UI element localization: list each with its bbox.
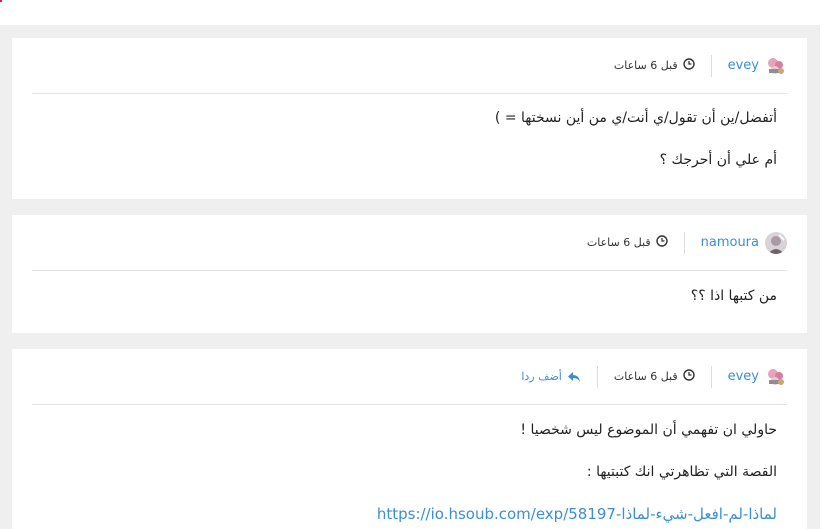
comment-card: evey قبل 6 ساعات أضف ردا حاولي ان تفهمي … [12, 349, 807, 529]
timestamp[interactable]: قبل 6 ساعات [587, 235, 668, 250]
add-reply-button[interactable]: أضف ردا [521, 370, 581, 383]
timestamp-text: قبل 6 ساعات [613, 59, 678, 72]
story-link[interactable]: https://io.hsoub.com/exp/58197-لماذا-لم-… [377, 505, 777, 523]
timestamp[interactable]: قبل 6 ساعات [614, 369, 695, 384]
comment-body: من كتبها اذا ؟؟ [42, 286, 777, 306]
comment-body: أتفضل/ين أن تقول/ي أنت/ي من أين نسختها =… [42, 108, 777, 170]
flower-avatar-icon [765, 54, 787, 77]
photo-avatar-icon [765, 231, 787, 254]
username-link[interactable]: evey [728, 58, 759, 73]
comment-text: القصة التي تظاهرتي انك كتبتيها : [586, 464, 777, 480]
comment-meta: namoura قبل 6 ساعات [32, 215, 787, 271]
reply-arrow-icon [567, 371, 580, 382]
timestamp-text: قبل 6 ساعات [586, 236, 651, 249]
username-link[interactable]: namoura [701, 235, 759, 250]
divider [710, 54, 712, 77]
clock-icon [682, 58, 695, 73]
divider [710, 365, 712, 388]
comment-text: حاولي ان تفهمي أن الموضوع ليس شخصيا ! [520, 422, 777, 438]
timestamp-text: قبل 6 ساعات [613, 370, 678, 383]
comment-meta: evey قبل 6 ساعات أضف ردا [32, 349, 787, 405]
divider [596, 365, 598, 388]
comment-meta: evey قبل 6 ساعات [32, 38, 787, 94]
timestamp[interactable]: قبل 6 ساعات [614, 58, 695, 73]
comment-card: evey قبل 6 ساعات أتفضل/ين أن تقول/ي أنت/… [12, 38, 807, 199]
comment-body: حاولي ان تفهمي أن الموضوع ليس شخصيا ! ال… [42, 420, 777, 525]
avatar[interactable] [765, 365, 787, 388]
add-reply-label: أضف ردا [521, 370, 562, 383]
flower-avatar-icon [765, 365, 787, 388]
corner-marker [0, 0, 2, 2]
clock-icon [682, 369, 695, 384]
comment-card: namoura قبل 6 ساعات من كتبها اذا ؟؟ [12, 215, 807, 333]
avatar[interactable] [765, 231, 787, 254]
username-link[interactable]: evey [728, 369, 759, 384]
comment-text: أم علي أن أحرجك ؟ [659, 152, 777, 168]
comment-text: أتفضل/ين أن تقول/ي أنت/ي من أين نسختها =… [494, 110, 777, 126]
divider [683, 231, 685, 254]
avatar[interactable] [765, 54, 787, 77]
comment-text: من كتبها اذا ؟؟ [690, 288, 777, 304]
clock-icon [655, 235, 668, 250]
